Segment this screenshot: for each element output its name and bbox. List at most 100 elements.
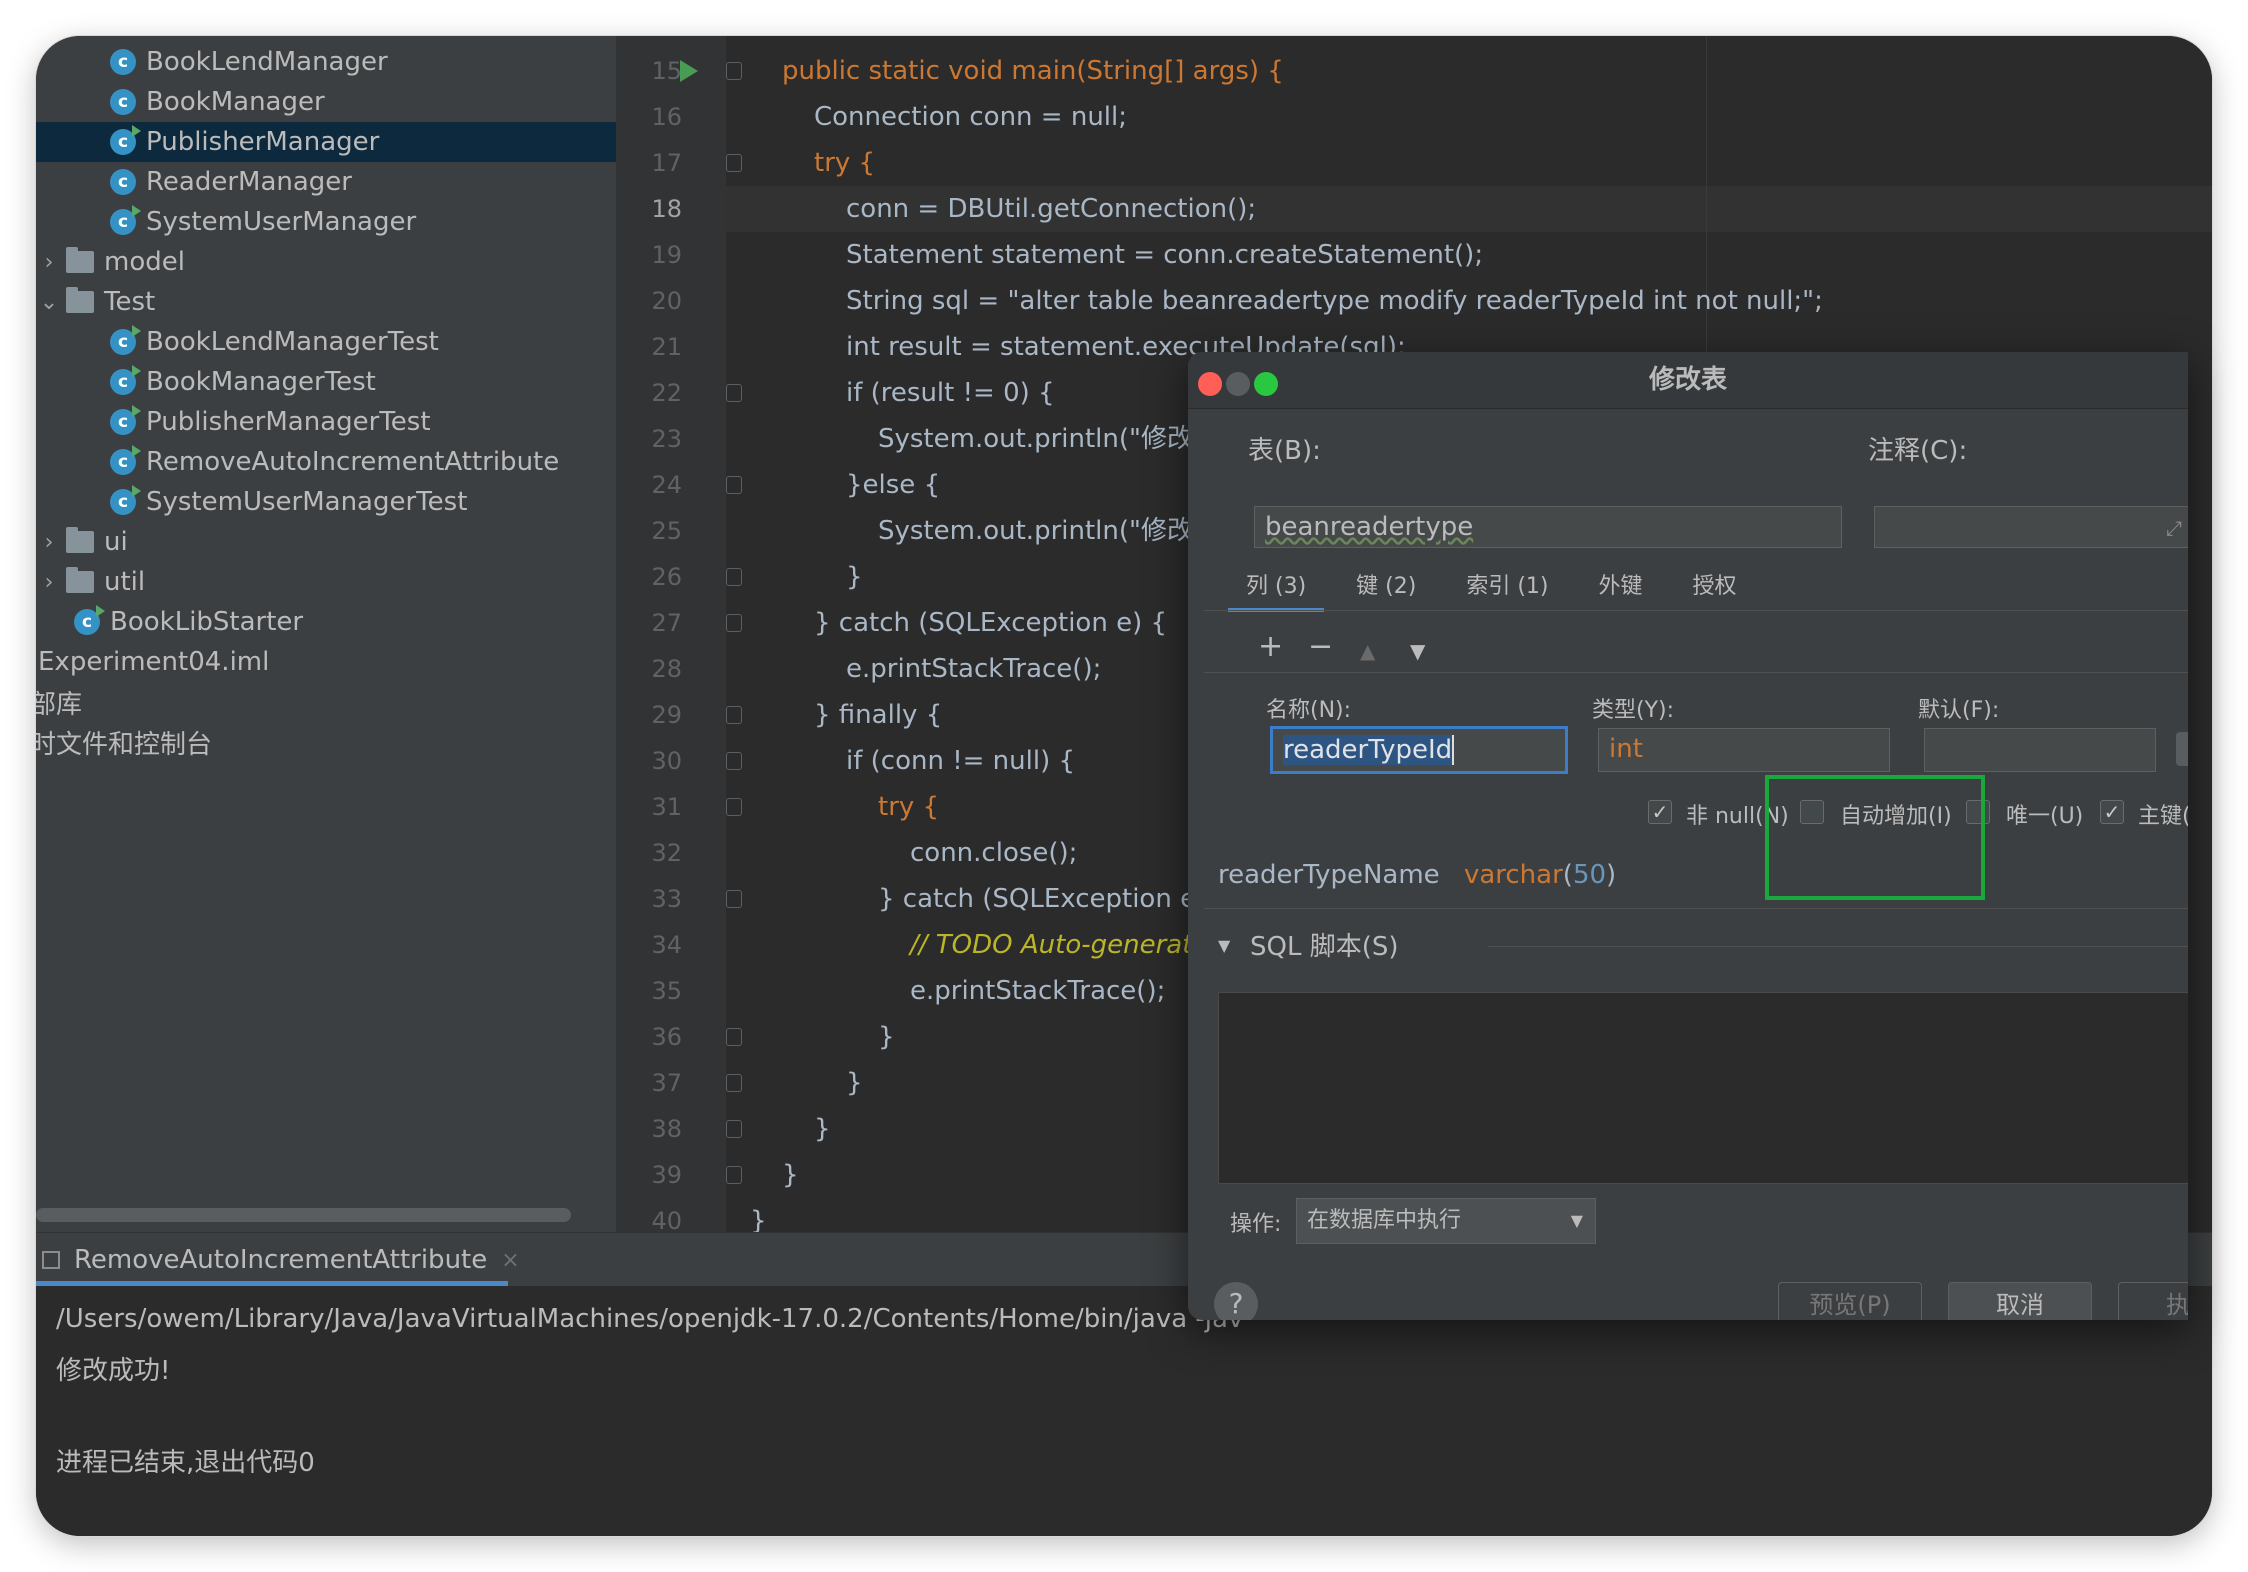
close-window-button[interactable] — [1198, 372, 1222, 396]
run-console[interactable]: /Users/owem/Library/Java/JavaVirtualMach… — [36, 1286, 2212, 1536]
comment-input[interactable] — [1874, 506, 2188, 548]
tree-item-booklendmanager[interactable]: c BookLendManager — [36, 42, 616, 82]
tree-item-experiment04-iml[interactable]: Experiment04.iml — [36, 642, 616, 682]
code-line[interactable]: if (result != 0) { — [846, 370, 1055, 416]
line-number: 34 — [651, 931, 682, 959]
fold-marker-icon[interactable] — [726, 1074, 742, 1092]
code-line[interactable]: e.printStackTrace(); — [910, 968, 1165, 1014]
line-number: 28 — [651, 655, 682, 683]
zoom-window-button[interactable] — [1254, 372, 1278, 396]
tree-item-ui[interactable]: › ui — [36, 522, 616, 562]
triangle-down-icon[interactable]: ▼ — [1218, 936, 1230, 955]
tree-item-scratches[interactable]: 时文件和控制台 — [36, 722, 610, 762]
chevron-down-icon[interactable]: ⌄ — [36, 290, 62, 315]
primary-key-checkbox[interactable]: ✓ — [2100, 800, 2124, 824]
operation-select[interactable]: 在数据库中执行 ▼ — [1296, 1198, 1596, 1244]
fold-marker-icon[interactable] — [726, 1120, 742, 1138]
tree-item-removeautoincrementattribute[interactable]: c RemoveAutoIncrementAttribute — [36, 442, 616, 482]
code-line[interactable]: } catch (SQLException e) { — [814, 600, 1167, 646]
column-row-readertypename[interactable]: readerTypeName varchar(50) — [1218, 860, 1616, 890]
tab-separator — [1204, 610, 2188, 611]
tree-item-publishermanagertest[interactable]: c PublisherManagerTest — [36, 402, 616, 442]
chevron-down-icon: ▼ — [1570, 1211, 1583, 1230]
tree-item-external-libraries[interactable]: 部库 — [36, 682, 610, 722]
tree-item-publishermanager[interactable]: c PublisherManager — [36, 122, 616, 162]
tree-item-model[interactable]: › model — [36, 242, 616, 282]
fold-marker-icon[interactable] — [726, 568, 742, 586]
remove-column-button[interactable]: − — [1308, 632, 1333, 662]
execute-button[interactable]: 执行 — [2118, 1282, 2188, 1320]
sql-script-area[interactable] — [1218, 992, 2188, 1184]
java-class-icon: c — [110, 89, 136, 115]
comment-bubble-icon[interactable] — [2176, 732, 2188, 766]
expand-icon[interactable]: ⤢ — [2166, 516, 2182, 540]
not-null-checkbox[interactable]: ✓ — [1648, 800, 1672, 824]
fold-marker-icon[interactable] — [726, 890, 742, 908]
fold-marker-icon[interactable] — [726, 752, 742, 770]
run-tab[interactable]: RemoveAutoIncrementAttribute × — [36, 1233, 520, 1287]
tab-keys[interactable]: 键 (2) — [1338, 562, 1434, 612]
help-button[interactable]: ? — [1214, 1282, 1258, 1320]
fold-marker-icon[interactable] — [726, 476, 742, 494]
tree-item-booklendmanagertest[interactable]: c BookLendManagerTest — [36, 322, 616, 362]
move-up-button[interactable]: ▲ — [1360, 636, 1375, 666]
code-line[interactable]: } — [846, 554, 863, 600]
preview-button[interactable]: 预览(P) — [1778, 1282, 1922, 1320]
fold-marker-icon[interactable] — [726, 614, 742, 632]
sql-script-label[interactable]: SQL 脚本(S) — [1250, 926, 1399, 963]
tab-columns[interactable]: 列 (3) — [1228, 562, 1325, 612]
tree-item-booklibstarter[interactable]: c BookLibStarter — [36, 602, 616, 642]
column-default-input[interactable] — [1924, 728, 2156, 772]
fold-marker-icon[interactable] — [726, 1028, 742, 1046]
tree-item-readermanager[interactable]: c ReaderManager — [36, 162, 616, 202]
close-icon[interactable]: × — [501, 1248, 519, 1273]
fold-marker-icon[interactable] — [726, 798, 742, 816]
fold-marker-icon[interactable] — [726, 384, 742, 402]
tree-item-systemusermanager[interactable]: c SystemUserManager — [36, 202, 616, 242]
table-name-input[interactable]: beanreadertype — [1254, 506, 1842, 548]
code-line[interactable]: conn.close(); — [910, 830, 1077, 876]
fold-marker-icon[interactable] — [726, 154, 742, 172]
tree-item-systemusermanagertest[interactable]: c SystemUserManagerTest — [36, 482, 616, 522]
tree-item-test[interactable]: ⌄ Test — [36, 282, 616, 322]
add-column-button[interactable]: + — [1258, 632, 1283, 662]
move-down-button[interactable]: ▼ — [1410, 636, 1425, 666]
code-line[interactable]: conn = DBUtil.getConnection(); — [846, 186, 1256, 232]
tree-item-bookmanagertest[interactable]: c BookManagerTest — [36, 362, 616, 402]
chevron-right-icon[interactable]: › — [36, 250, 62, 275]
code-line[interactable]: } — [814, 1106, 831, 1152]
code-line[interactable]: Connection conn = null; — [814, 94, 1127, 140]
tab-indexes[interactable]: 索引 (1) — [1448, 562, 1566, 612]
code-line[interactable]: String sql = "alter table beanreadertype… — [846, 278, 1823, 324]
column-type-input[interactable]: int — [1598, 728, 1890, 772]
code-line[interactable]: try { — [814, 140, 875, 186]
tree-horizontal-scrollbar[interactable] — [36, 1208, 571, 1222]
tree-item-util[interactable]: › util — [36, 562, 616, 602]
chevron-right-icon[interactable]: › — [36, 530, 62, 555]
code-line[interactable]: Statement statement = conn.createStateme… — [846, 232, 1483, 278]
code-line[interactable]: public static void main(String[] args) { — [782, 48, 1284, 94]
chevron-right-icon[interactable]: › — [36, 570, 62, 595]
tab-foreign-keys[interactable]: 外键 — [1581, 562, 1661, 612]
code-line[interactable]: }else { — [846, 462, 940, 508]
operation-value: 在数据库中执行 — [1307, 1208, 1462, 1233]
code-line[interactable]: } — [846, 1060, 863, 1106]
tree-item-bookmanager[interactable]: c BookManager — [36, 82, 616, 122]
code-line[interactable]: } catch (SQLException e) { — [878, 876, 1231, 922]
column-name-input[interactable]: readerTypeId — [1270, 726, 1568, 774]
fold-marker-icon[interactable] — [726, 62, 742, 80]
code-line[interactable]: try { — [878, 784, 939, 830]
code-line[interactable]: } finally { — [814, 692, 942, 738]
code-line[interactable]: e.printStackTrace(); — [846, 646, 1101, 692]
code-line[interactable]: } — [878, 1014, 895, 1060]
line-number: 39 — [651, 1161, 682, 1189]
fold-marker-icon[interactable] — [726, 706, 742, 724]
run-gutter-icon[interactable] — [680, 60, 698, 82]
fold-marker-icon[interactable] — [726, 1166, 742, 1184]
code-line[interactable]: if (conn != null) { — [846, 738, 1075, 784]
cancel-button[interactable]: 取消 — [1948, 1282, 2092, 1320]
minimize-window-button[interactable] — [1226, 372, 1250, 396]
code-line[interactable]: } — [782, 1152, 799, 1198]
code-line[interactable]: // TODO Auto-generated — [910, 922, 1225, 968]
tab-grants[interactable]: 授权 — [1675, 562, 1755, 612]
